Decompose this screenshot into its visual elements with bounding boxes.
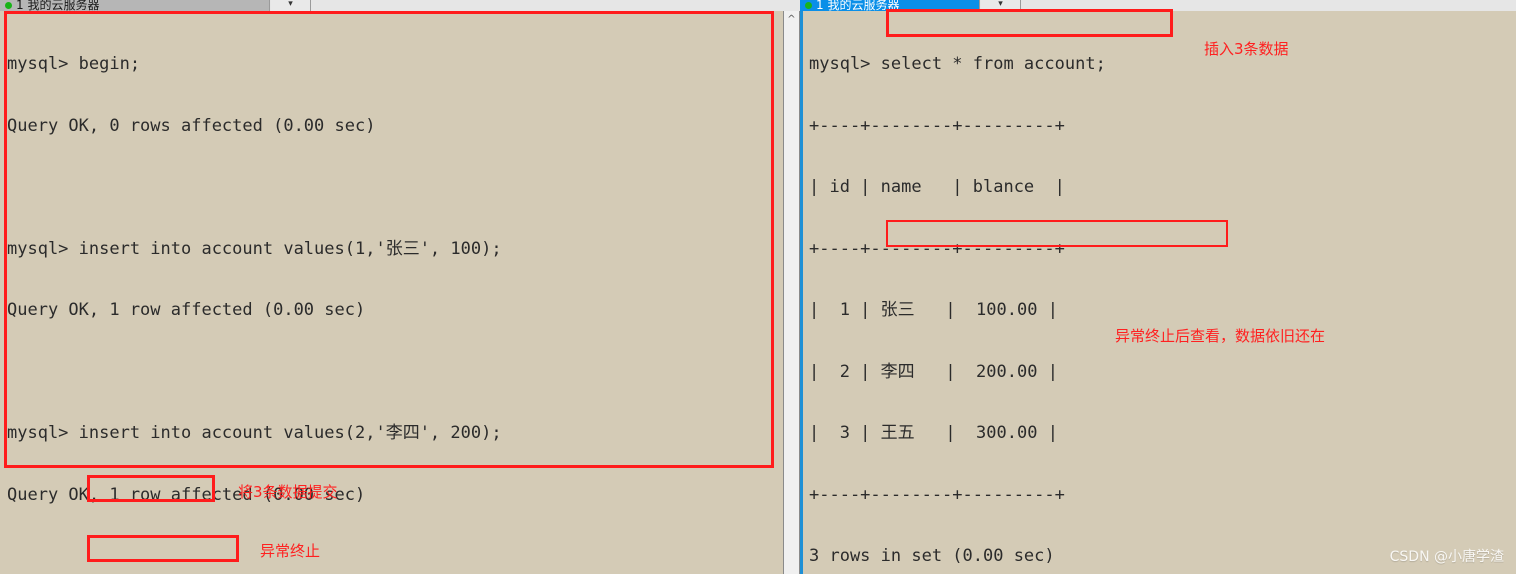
terminal-line: | id | name | blance | — [809, 177, 1065, 197]
annotation-insert-three-rows: 插入3条数据 — [1204, 40, 1289, 58]
tab-session-1-label: 1 我的云服务器 — [16, 0, 100, 11]
terminal-line: | 1 | 张三 | 100.00 | — [809, 300, 1058, 320]
csdn-watermark: CSDN @小唐学渣 — [1389, 549, 1504, 565]
terminal-line: | 3 | 王五 | 300.00 | — [809, 423, 1058, 443]
terminal-line: mysql> begin; — [7, 54, 141, 74]
terminal-line: 3 rows in set (0.00 sec) — [809, 546, 1055, 566]
terminal-line: mysql> insert into account values(1,'张三'… — [7, 238, 502, 259]
scroll-up-arrow-icon[interactable]: ^ — [784, 11, 799, 28]
right-terminal-pane[interactable]: mysql> select * from account; +----+----… — [803, 11, 1516, 574]
terminal-line: +----+--------+---------+ — [809, 484, 1065, 505]
annotation-abnormal-abort: 异常终止 — [260, 542, 321, 560]
tab-overflow-button-left[interactable]: ▾ — [271, 0, 311, 11]
left-terminal-pane[interactable]: mysql> begin; Query OK, 0 rows affected … — [0, 11, 783, 574]
tab-session-2[interactable]: 1 我的云服务器 — [800, 0, 980, 11]
tab-session-1[interactable]: 1 我的云服务器 — [0, 0, 270, 11]
tab-overflow-button-right[interactable]: ▾ — [981, 0, 1021, 11]
screenshot-root: 1 我的云服务器 ▾ 1 我的云服务器 ▾ mysql> begin; Quer… — [0, 0, 1516, 574]
right-terminal-output: mysql> select * from account; +----+----… — [809, 13, 1106, 574]
tab-strip-filler — [1021, 0, 1516, 11]
connected-dot-icon — [5, 2, 12, 9]
terminal-line: Query OK, 0 rows affected (0.00 sec) — [7, 115, 376, 136]
left-pane-scrollbar[interactable]: ^ — [783, 11, 800, 574]
annotation-commit-three-rows: 将3条数据提交 — [238, 483, 338, 501]
terminal-line: +----+--------+---------+ — [809, 115, 1065, 136]
annotation-data-still-there: 异常终止后查看，数据依旧还在 — [1115, 327, 1326, 345]
terminal-line-select-1: mysql> select * from account; — [809, 54, 1106, 74]
tab-session-2-label: 1 我的云服务器 — [816, 0, 900, 11]
terminal-line: mysql> insert into account values(2,'李四'… — [7, 423, 502, 443]
terminal-line: +----+--------+---------+ — [809, 238, 1065, 259]
connected-dot-icon — [805, 2, 812, 9]
terminal-line: | 2 | 李四 | 200.00 | — [809, 361, 1058, 382]
terminal-line: Query OK, 1 row affected (0.00 sec) — [7, 300, 366, 320]
tab-strip: 1 我的云服务器 ▾ 1 我的云服务器 ▾ — [0, 0, 1516, 11]
